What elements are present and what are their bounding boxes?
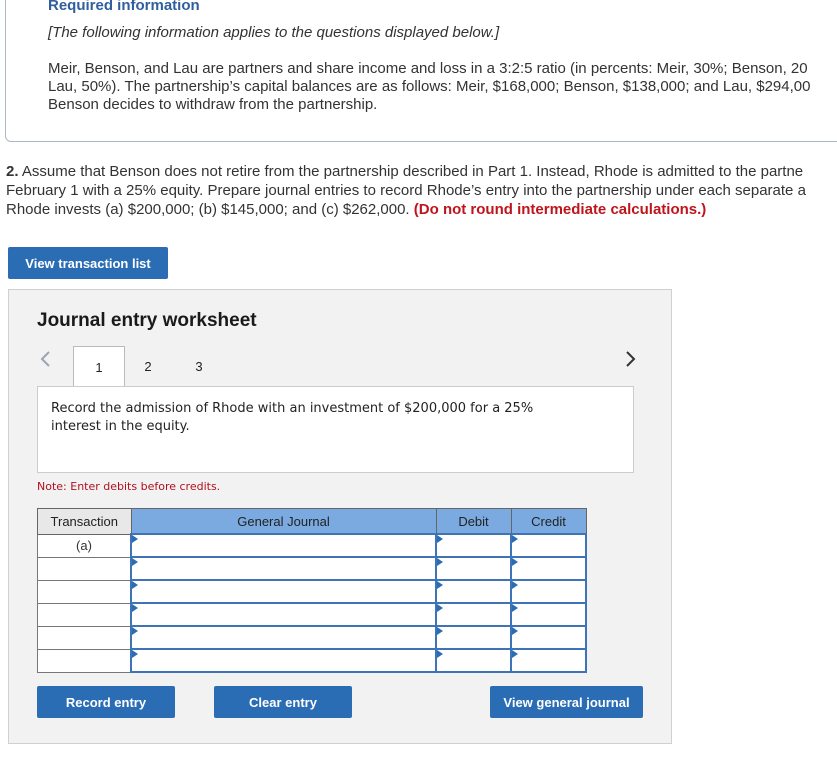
input-marker-icon — [512, 581, 518, 589]
input-marker-icon — [437, 581, 443, 589]
transaction-cell: (a) — [37, 533, 132, 558]
chevron-right-icon[interactable] — [625, 348, 637, 374]
input-marker-icon — [512, 604, 518, 612]
dropdown-marker-icon — [132, 604, 138, 612]
credit-field[interactable] — [510, 579, 587, 604]
chevron-left-icon[interactable] — [39, 348, 51, 374]
input-marker-icon — [512, 627, 518, 635]
journal-entry-worksheet: Journal entry worksheet 1 2 3 Record the… — [8, 289, 672, 744]
debit-field[interactable] — [435, 533, 512, 558]
dropdown-marker-icon — [132, 650, 138, 658]
input-marker-icon — [437, 650, 443, 658]
transaction-cell — [37, 556, 132, 581]
input-marker-icon — [437, 604, 443, 612]
transaction-cell — [37, 648, 132, 673]
record-entry-button[interactable]: Record entry — [37, 686, 175, 718]
tab-2[interactable]: 2 — [123, 346, 173, 386]
debit-field[interactable] — [435, 602, 512, 627]
debit-field[interactable] — [435, 625, 512, 650]
bracket-note: [The following information applies to th… — [48, 24, 500, 41]
question-text: 2. Assume that Benson does not retire fr… — [6, 162, 806, 219]
question-line: Assume that Benson does not retire from … — [18, 163, 804, 180]
dropdown-marker-icon — [132, 558, 138, 566]
table-row — [37, 602, 587, 627]
input-marker-icon — [512, 558, 518, 566]
input-marker-icon — [512, 650, 518, 658]
table-header-row: Transaction General Journal Debit Credit — [37, 508, 587, 535]
tab-1[interactable]: 1 — [73, 346, 125, 387]
note-text: Note: Enter debits before credits. — [37, 480, 221, 493]
credit-field[interactable] — [510, 602, 587, 627]
instruction-text: Record the admission of Rhode with an in… — [51, 401, 534, 434]
transaction-cell — [37, 602, 132, 627]
input-marker-icon — [437, 558, 443, 566]
account-field[interactable] — [130, 556, 437, 581]
input-marker-icon — [437, 535, 443, 543]
transaction-cell — [37, 625, 132, 650]
table-row: (a) — [37, 533, 587, 558]
account-field[interactable] — [130, 648, 437, 673]
dropdown-marker-icon — [132, 627, 138, 635]
credit-field[interactable] — [510, 556, 587, 581]
view-transaction-list-button[interactable]: View transaction list — [8, 247, 168, 279]
question-line: February 1 with a 25% equity. Prepare jo… — [6, 182, 806, 199]
credit-field[interactable] — [510, 648, 587, 673]
table-row — [37, 648, 587, 673]
account-field[interactable] — [130, 625, 437, 650]
transaction-cell — [37, 579, 132, 604]
debit-field[interactable] — [435, 579, 512, 604]
info-line: Benson decides to withdraw from the part… — [48, 96, 378, 113]
account-field[interactable] — [130, 579, 437, 604]
table-row — [37, 556, 587, 581]
table-row — [37, 579, 587, 604]
info-line: Meir, Benson, and Lau are partners and s… — [48, 60, 808, 77]
dropdown-marker-icon — [132, 535, 138, 543]
instruction-box: Record the admission of Rhode with an in… — [37, 386, 634, 473]
dropdown-marker-icon — [132, 581, 138, 589]
account-field[interactable] — [130, 533, 437, 558]
debit-field[interactable] — [435, 648, 512, 673]
clear-entry-button[interactable]: Clear entry — [214, 686, 352, 718]
account-field[interactable] — [130, 602, 437, 627]
header-credit: Credit — [510, 508, 587, 535]
worksheet-title: Journal entry worksheet — [37, 310, 257, 331]
info-text: Meir, Benson, and Lau are partners and s… — [48, 60, 837, 114]
info-line: Lau, 50%). The partnership’s capital bal… — [48, 78, 811, 95]
journal-table: Transaction General Journal Debit Credit… — [37, 508, 587, 673]
header-transaction: Transaction — [37, 508, 132, 535]
view-general-journal-button[interactable]: View general journal — [490, 686, 643, 718]
header-debit: Debit — [435, 508, 512, 535]
question-number: 2. — [6, 163, 19, 180]
table-row — [37, 625, 587, 650]
header-general-journal: General Journal — [130, 508, 437, 535]
credit-field[interactable] — [510, 533, 587, 558]
required-information-title: Required information — [48, 0, 200, 14]
input-marker-icon — [437, 627, 443, 635]
credit-field[interactable] — [510, 625, 587, 650]
question-emphasis: (Do not round intermediate calculations.… — [413, 201, 707, 218]
debit-field[interactable] — [435, 556, 512, 581]
input-marker-icon — [512, 535, 518, 543]
question-line: Rhode invests (a) $200,000; (b) $145,000… — [6, 201, 410, 218]
tab-3[interactable]: 3 — [174, 346, 224, 386]
